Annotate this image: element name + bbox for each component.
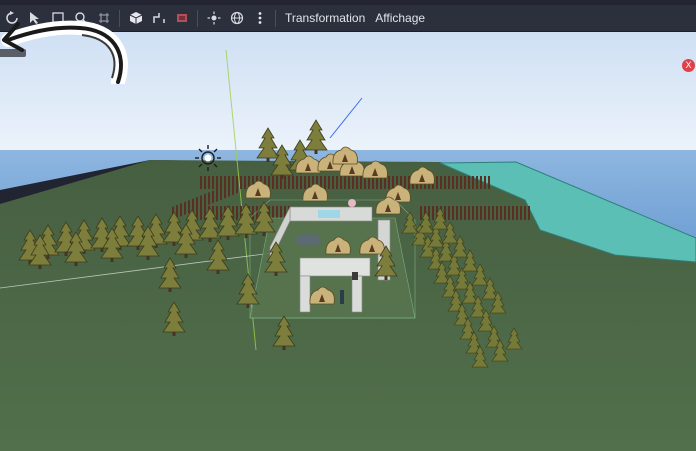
toolbar-separator	[197, 9, 198, 27]
fence-back	[200, 176, 490, 189]
toolbar-separator	[275, 9, 276, 27]
post	[340, 290, 344, 304]
more-vertical-icon[interactable]	[248, 7, 271, 30]
wall-front-left	[299, 275, 311, 313]
transformation-menu[interactable]: Transformation	[280, 7, 370, 30]
wall-inner	[299, 257, 371, 277]
wall-front-right	[351, 275, 363, 313]
rock	[295, 234, 321, 246]
globe-icon[interactable]	[225, 7, 248, 30]
arrow-annotation	[1, 20, 128, 84]
water-trough	[318, 210, 340, 218]
sun-icon[interactable]	[202, 7, 225, 30]
group-icon[interactable]	[170, 7, 193, 30]
close-badge[interactable]: X	[682, 59, 695, 72]
creature	[352, 272, 358, 280]
bone-icon[interactable]	[147, 7, 170, 30]
view-menu[interactable]: Affichage	[370, 7, 430, 30]
